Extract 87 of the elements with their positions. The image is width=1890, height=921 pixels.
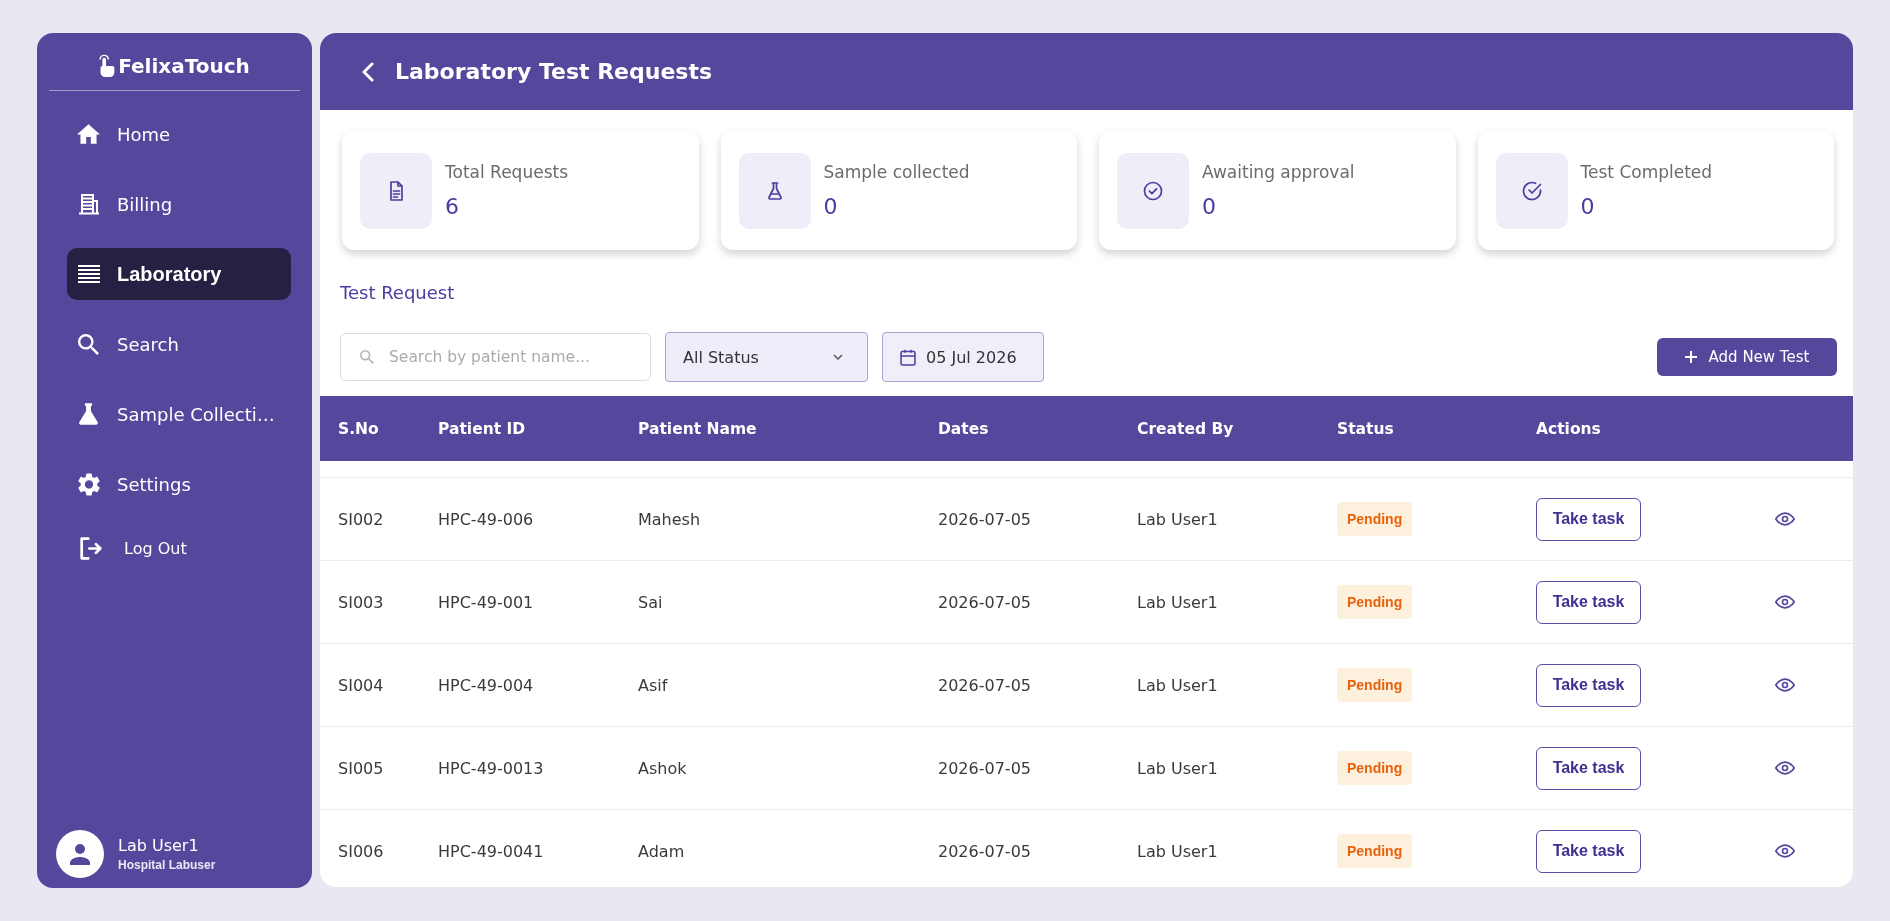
sidebar-item[interactable]: Settings [67,458,291,510]
request-date: 2026-07-05 [938,758,1031,778]
search-field[interactable]: Search by patient name... [340,333,651,381]
date-picker[interactable]: 05 Jul 2026 [882,332,1044,382]
serial-number: SI005 [338,758,384,778]
logout-button[interactable]: Log Out [67,526,291,570]
status-badge: Pending [1337,502,1413,536]
user-name: Lab User1 [118,836,200,855]
eye-icon[interactable] [1775,761,1795,775]
stat-value: 0 [823,192,839,221]
stat-value: 0 [1580,192,1596,221]
created-by: Lab User1 [1137,592,1218,612]
caret-icon [833,354,843,360]
status-badge: Pending [1337,668,1413,702]
patient-name: Ashok [638,758,687,778]
logout-icon [80,536,102,560]
patient-name: Asif [638,675,668,695]
eye-icon[interactable] [1775,844,1795,858]
patient-id: HPC-49-004 [438,675,534,695]
column-header: Created By [1137,419,1234,438]
calendar-icon [900,348,916,366]
take-task-button[interactable]: Take task [1536,580,1641,624]
stat-label: Sample collected [823,160,970,183]
status-badge: Pending [1337,751,1413,785]
sidebar-item[interactable]: Home [67,108,291,160]
patient-name: Sai [638,592,663,612]
list-icon [77,265,100,283]
serial-number: SI006 [338,841,384,861]
search-icon [360,350,374,364]
status-badge: Pending [1337,834,1413,868]
created-by: Lab User1 [1137,675,1218,695]
eye-icon[interactable] [1775,595,1795,609]
eye-icon[interactable] [1775,512,1795,526]
request-date: 2026-07-05 [938,509,1031,529]
patient-name: Adam [638,841,685,861]
section-title: Test Request [340,282,455,304]
stat-value: 0 [1202,192,1217,221]
flask-icon [79,403,98,425]
status-dropdown[interactable]: All Status [665,332,868,382]
request-date: 2026-07-05 [938,841,1031,861]
sidebar-item[interactable]: Search [67,318,291,370]
take-task-button[interactable]: Take task [1536,663,1641,707]
serial-number: SI004 [338,675,384,695]
stat-label: Test Completed [1580,160,1713,183]
created-by: Lab User1 [1137,758,1218,778]
column-header: Dates [938,419,989,438]
patient-name: Mahesh [638,509,701,529]
sidebar-item[interactable]: Sample Collecti… [67,388,291,440]
home-icon [77,124,100,144]
request-date: 2026-07-05 [938,675,1031,695]
settings-icon [77,472,100,496]
request-date: 2026-07-05 [938,592,1031,612]
document-icon [360,152,432,229]
add-new-test-button[interactable]: Add New Test [1657,338,1837,376]
patient-id: HPC-49-0013 [438,758,544,778]
patient-id: HPC-49-0041 [438,841,544,861]
column-header: S.No [338,419,379,438]
created-by: Lab User1 [1137,841,1218,861]
logo-text: FelixaTouch [118,53,250,78]
serial-number: SI003 [338,592,384,612]
search-icon [78,333,99,355]
patient-id: HPC-49-001 [438,592,534,612]
page-title: Laboratory Test Requests [395,59,713,84]
flask-icon [738,152,811,229]
stat-label: Awaiting approval [1202,160,1355,183]
back-icon[interactable] [361,61,374,82]
take-task-button[interactable]: Take task [1536,829,1641,873]
building-icon [77,193,100,215]
created-by: Lab User1 [1137,509,1218,529]
take-task-button[interactable]: Take task [1536,497,1641,541]
column-header: Status [1337,419,1394,438]
stat-value: 6 [445,192,460,221]
sidebar-item[interactable]: Billing [67,178,291,230]
avatar-icon [56,830,104,878]
user-role: Hospital Labuser [118,858,216,872]
sidebar-item[interactable]: Laboratory [67,248,291,300]
column-header: Actions [1536,419,1601,438]
patient-id: HPC-49-006 [438,509,534,529]
column-header: Patient ID [438,419,526,438]
eye-icon[interactable] [1775,678,1795,692]
serial-number: SI002 [338,509,384,529]
take-task-button[interactable]: Take task [1536,746,1641,790]
pointer-hand-icon [99,54,116,77]
status-badge: Pending [1337,585,1413,619]
plus-icon [1684,351,1697,363]
stat-label: Total Requests [445,160,569,183]
column-header: Patient Name [638,419,757,438]
